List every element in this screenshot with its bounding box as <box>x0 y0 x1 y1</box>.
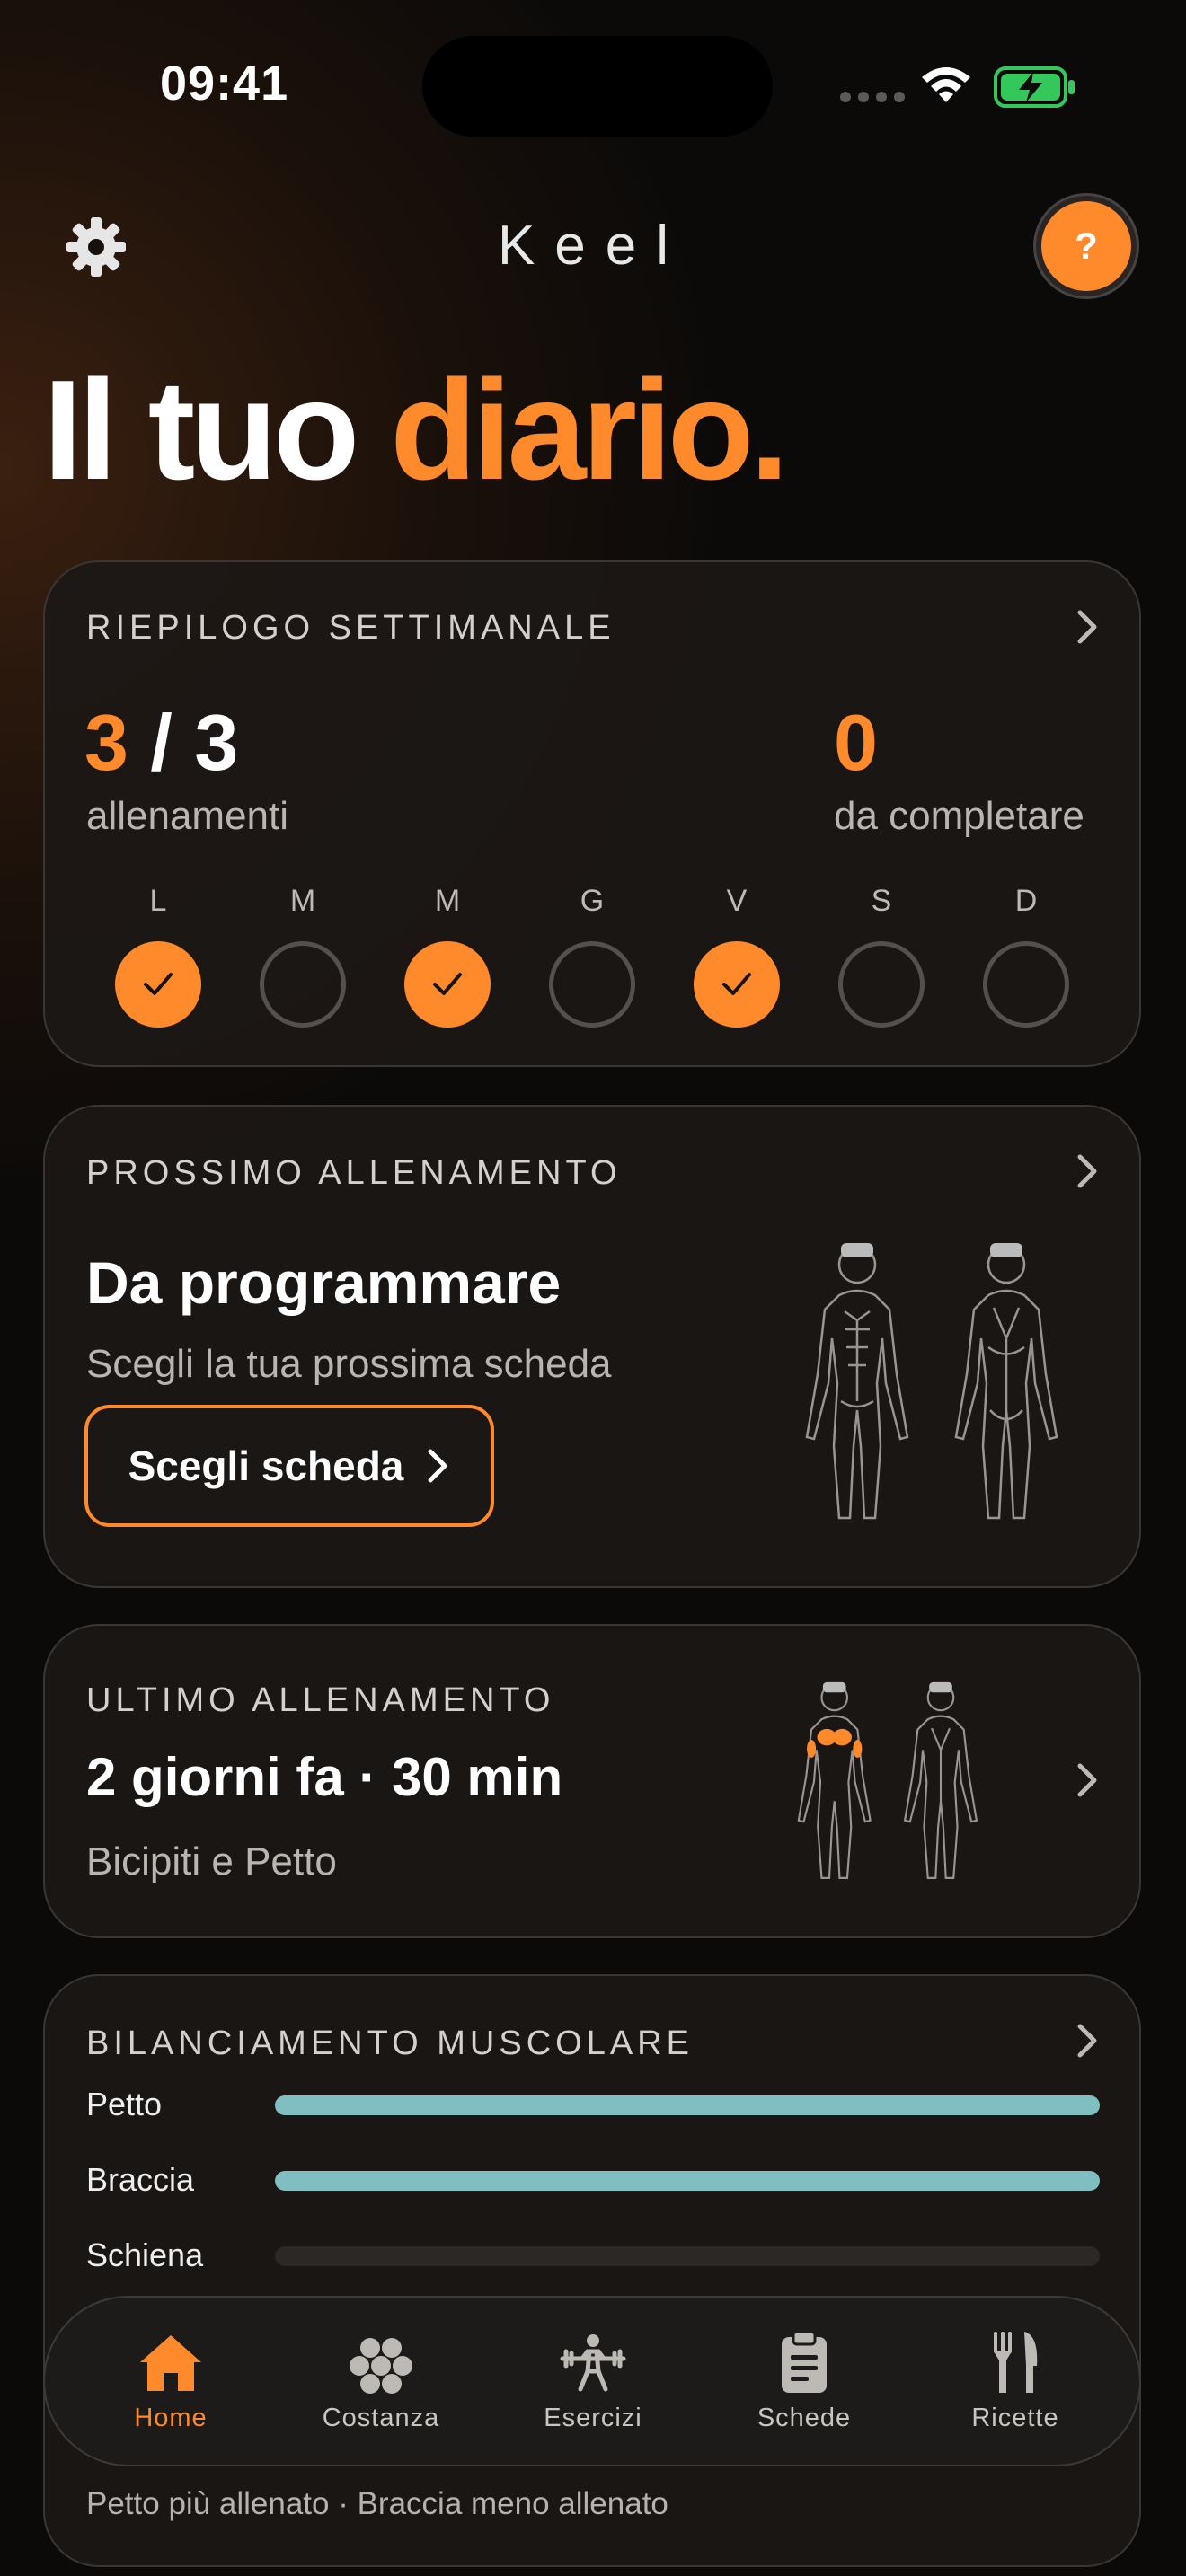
day-label: S <box>871 884 892 918</box>
status-time: 09:41 <box>160 57 289 110</box>
checkmark-icon <box>722 973 751 995</box>
chevron-right-icon[interactable] <box>1069 2023 1105 2059</box>
tab-home[interactable]: Home <box>81 2326 261 2433</box>
balance-row-label: Braccia <box>86 2161 195 2198</box>
day-completed-indicator[interactable] <box>115 941 201 1028</box>
page-title: Il tuo diario. <box>43 359 789 501</box>
next-title: PROSSIMO ALLENAMENTO <box>86 1154 622 1192</box>
wifi-icon <box>922 67 970 102</box>
balance-footer: Petto più allenato · Braccia meno allena… <box>86 2486 668 2521</box>
workouts-count: 3 / 3 <box>84 697 238 789</box>
remaining-count: 0 <box>834 698 878 787</box>
choose-plan-button[interactable]: Scegli scheda <box>84 1405 494 1527</box>
day-pending-indicator[interactable] <box>549 941 635 1028</box>
day-pending-indicator[interactable] <box>260 941 346 1028</box>
help-button[interactable]: ? <box>1033 193 1139 299</box>
chevron-right-icon[interactable] <box>1069 1762 1105 1798</box>
balance-row-label: Petto <box>86 2086 163 2122</box>
weightlifter-icon <box>503 2326 683 2395</box>
chevron-right-icon <box>428 1449 447 1483</box>
tab-esercizi[interactable]: Esercizi <box>503 2326 683 2433</box>
workouts-total: 3 <box>194 698 239 787</box>
cellular-signal-icon <box>840 92 905 102</box>
tab-ricette[interactable]: Ricette <box>925 2326 1105 2433</box>
balance-bar-track <box>275 2171 1100 2191</box>
tab-label: Schede <box>757 2404 852 2432</box>
day-label: M <box>434 884 461 918</box>
dynamic-island <box>422 36 773 137</box>
trained-muscles-map-icon <box>797 1681 978 1879</box>
muscle-map-icon <box>805 1243 1058 1520</box>
day-label: M <box>289 884 316 918</box>
tab-label: Costanza <box>322 2404 440 2432</box>
tab-costanza[interactable]: Costanza <box>291 2326 471 2433</box>
day-completed-indicator[interactable] <box>694 941 780 1028</box>
flower-icon <box>291 2326 471 2395</box>
muscle-balance-card[interactable] <box>43 1974 1141 2567</box>
tab-label: Ricette <box>971 2404 1059 2432</box>
chevron-right-icon[interactable] <box>1069 1153 1105 1189</box>
cutlery-icon <box>925 2326 1105 2395</box>
next-subtitle: Scegli la tua prossima scheda <box>86 1342 612 1386</box>
workouts-label: allenamenti <box>86 794 289 838</box>
app-logo: Keel <box>497 215 689 277</box>
help-label: ? <box>1041 201 1131 291</box>
week-days-row: LMMGVSD <box>115 884 1114 1045</box>
workouts-done: 3 <box>84 698 128 787</box>
tab-schede[interactable]: Schede <box>714 2326 894 2433</box>
day-label: D <box>1014 884 1038 918</box>
checkmark-icon <box>433 973 462 995</box>
title-accent: diario. <box>390 351 789 509</box>
day-label: G <box>580 884 605 918</box>
tab-label: Home <box>134 2404 208 2432</box>
home-icon <box>81 2326 261 2395</box>
title-part: Il tuo <box>43 351 391 509</box>
last-muscles: Bicipiti e Petto <box>86 1839 337 1883</box>
weekly-title: RIEPILOGO SETTIMANALE <box>86 609 615 647</box>
last-title: ULTIMO ALLENAMENTO <box>86 1681 555 1719</box>
tab-label: Esercizi <box>544 2404 642 2432</box>
day-completed-indicator[interactable] <box>404 941 491 1028</box>
count-separator: / <box>128 698 195 787</box>
last-summary: 2 giorni fa · 30 min <box>86 1747 563 1807</box>
clipboard-icon <box>714 2326 894 2395</box>
checkmark-icon <box>144 973 173 995</box>
day-pending-indicator[interactable] <box>983 941 1069 1028</box>
balance-bar-fill <box>275 2171 1100 2191</box>
day-label: V <box>726 884 748 918</box>
day-pending-indicator[interactable] <box>838 941 925 1028</box>
battery-charging-icon <box>994 66 1075 108</box>
balance-bar-track <box>275 2095 1100 2115</box>
day-label: L <box>149 884 167 918</box>
remaining-label: da completare <box>834 794 1084 838</box>
chevron-right-icon[interactable] <box>1069 609 1105 645</box>
choose-plan-label: Scegli scheda <box>128 1442 404 1489</box>
balance-row-label: Schiena <box>86 2236 204 2273</box>
balance-title: BILANCIAMENTO MUSCOLARE <box>86 2025 694 2062</box>
balance-bar-track <box>275 2246 1100 2266</box>
next-heading: Da programmare <box>86 1249 562 1316</box>
balance-bar-fill <box>275 2095 1100 2115</box>
